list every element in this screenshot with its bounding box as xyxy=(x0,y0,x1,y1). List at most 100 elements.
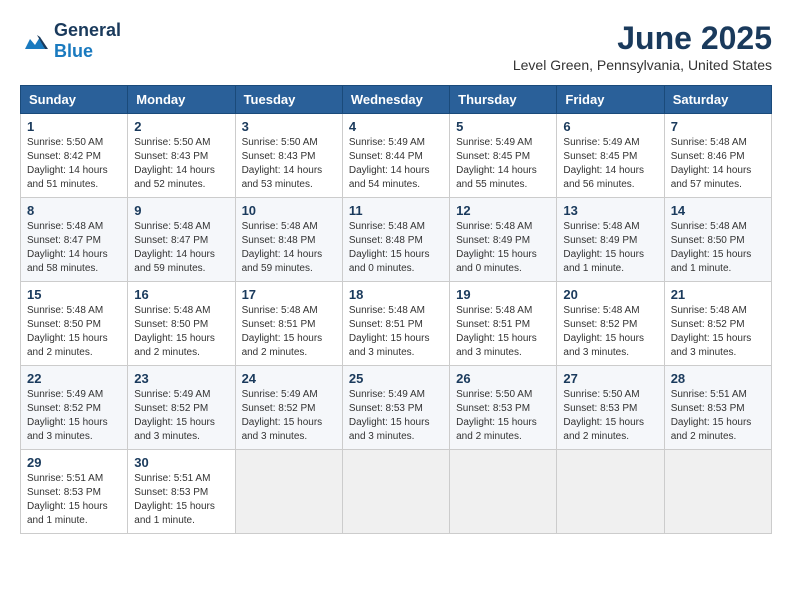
calendar-cell xyxy=(450,450,557,534)
day-info: Sunrise: 5:50 AMSunset: 8:53 PMDaylight:… xyxy=(456,389,537,442)
calendar-cell: 4 Sunrise: 5:49 AMSunset: 8:44 PMDayligh… xyxy=(342,114,449,198)
day-number: 25 xyxy=(349,371,443,386)
day-info: Sunrise: 5:50 AMSunset: 8:53 PMDaylight:… xyxy=(563,389,644,442)
day-number: 5 xyxy=(456,119,550,134)
day-info: Sunrise: 5:48 AMSunset: 8:51 PMDaylight:… xyxy=(456,305,537,358)
day-number: 16 xyxy=(134,287,228,302)
calendar-cell: 24 Sunrise: 5:49 AMSunset: 8:52 PMDaylig… xyxy=(235,366,342,450)
day-info: Sunrise: 5:48 AMSunset: 8:50 PMDaylight:… xyxy=(671,221,752,274)
calendar-cell: 28 Sunrise: 5:51 AMSunset: 8:53 PMDaylig… xyxy=(664,366,771,450)
calendar-cell: 5 Sunrise: 5:49 AMSunset: 8:45 PMDayligh… xyxy=(450,114,557,198)
header-area: General Blue June 2025 Level Green, Penn… xyxy=(20,20,772,73)
calendar-cell: 15 Sunrise: 5:48 AMSunset: 8:50 PMDaylig… xyxy=(21,282,128,366)
calendar-week-2: 8 Sunrise: 5:48 AMSunset: 8:47 PMDayligh… xyxy=(21,198,772,282)
day-info: Sunrise: 5:48 AMSunset: 8:51 PMDaylight:… xyxy=(349,305,430,358)
calendar-cell: 27 Sunrise: 5:50 AMSunset: 8:53 PMDaylig… xyxy=(557,366,664,450)
day-info: Sunrise: 5:51 AMSunset: 8:53 PMDaylight:… xyxy=(671,389,752,442)
day-number: 4 xyxy=(349,119,443,134)
calendar-cell: 20 Sunrise: 5:48 AMSunset: 8:52 PMDaylig… xyxy=(557,282,664,366)
day-number: 10 xyxy=(242,203,336,218)
day-number: 26 xyxy=(456,371,550,386)
col-header-saturday: Saturday xyxy=(664,86,771,114)
day-info: Sunrise: 5:51 AMSunset: 8:53 PMDaylight:… xyxy=(134,473,215,526)
day-info: Sunrise: 5:48 AMSunset: 8:48 PMDaylight:… xyxy=(349,221,430,274)
day-info: Sunrise: 5:48 AMSunset: 8:51 PMDaylight:… xyxy=(242,305,323,358)
calendar-cell: 17 Sunrise: 5:48 AMSunset: 8:51 PMDaylig… xyxy=(235,282,342,366)
calendar-week-3: 15 Sunrise: 5:48 AMSunset: 8:50 PMDaylig… xyxy=(21,282,772,366)
day-info: Sunrise: 5:48 AMSunset: 8:46 PMDaylight:… xyxy=(671,137,752,190)
day-info: Sunrise: 5:48 AMSunset: 8:47 PMDaylight:… xyxy=(27,221,108,274)
calendar-cell: 29 Sunrise: 5:51 AMSunset: 8:53 PMDaylig… xyxy=(21,450,128,534)
col-header-tuesday: Tuesday xyxy=(235,86,342,114)
calendar-cell xyxy=(235,450,342,534)
day-number: 20 xyxy=(563,287,657,302)
calendar-cell: 7 Sunrise: 5:48 AMSunset: 8:46 PMDayligh… xyxy=(664,114,771,198)
calendar-cell: 23 Sunrise: 5:49 AMSunset: 8:52 PMDaylig… xyxy=(128,366,235,450)
calendar-cell: 12 Sunrise: 5:48 AMSunset: 8:49 PMDaylig… xyxy=(450,198,557,282)
calendar-cell xyxy=(342,450,449,534)
day-number: 27 xyxy=(563,371,657,386)
day-number: 21 xyxy=(671,287,765,302)
calendar-cell: 3 Sunrise: 5:50 AMSunset: 8:43 PMDayligh… xyxy=(235,114,342,198)
calendar-cell: 19 Sunrise: 5:48 AMSunset: 8:51 PMDaylig… xyxy=(450,282,557,366)
day-info: Sunrise: 5:48 AMSunset: 8:49 PMDaylight:… xyxy=(563,221,644,274)
day-number: 18 xyxy=(349,287,443,302)
day-number: 11 xyxy=(349,203,443,218)
calendar-header-row: SundayMondayTuesdayWednesdayThursdayFrid… xyxy=(21,86,772,114)
calendar-cell: 25 Sunrise: 5:49 AMSunset: 8:53 PMDaylig… xyxy=(342,366,449,450)
calendar-cell: 22 Sunrise: 5:49 AMSunset: 8:52 PMDaylig… xyxy=(21,366,128,450)
calendar-cell xyxy=(664,450,771,534)
calendar-cell: 2 Sunrise: 5:50 AMSunset: 8:43 PMDayligh… xyxy=(128,114,235,198)
day-info: Sunrise: 5:48 AMSunset: 8:50 PMDaylight:… xyxy=(134,305,215,358)
day-info: Sunrise: 5:49 AMSunset: 8:52 PMDaylight:… xyxy=(242,389,323,442)
day-info: Sunrise: 5:48 AMSunset: 8:49 PMDaylight:… xyxy=(456,221,537,274)
day-number: 3 xyxy=(242,119,336,134)
calendar-cell: 6 Sunrise: 5:49 AMSunset: 8:45 PMDayligh… xyxy=(557,114,664,198)
day-number: 24 xyxy=(242,371,336,386)
day-number: 12 xyxy=(456,203,550,218)
calendar-cell: 14 Sunrise: 5:48 AMSunset: 8:50 PMDaylig… xyxy=(664,198,771,282)
day-number: 29 xyxy=(27,455,121,470)
day-number: 9 xyxy=(134,203,228,218)
day-number: 14 xyxy=(671,203,765,218)
col-header-wednesday: Wednesday xyxy=(342,86,449,114)
logo-general: General xyxy=(54,20,121,40)
day-number: 6 xyxy=(563,119,657,134)
day-info: Sunrise: 5:49 AMSunset: 8:52 PMDaylight:… xyxy=(134,389,215,442)
calendar-cell xyxy=(557,450,664,534)
calendar-cell: 10 Sunrise: 5:48 AMSunset: 8:48 PMDaylig… xyxy=(235,198,342,282)
calendar-cell: 18 Sunrise: 5:48 AMSunset: 8:51 PMDaylig… xyxy=(342,282,449,366)
col-header-monday: Monday xyxy=(128,86,235,114)
day-info: Sunrise: 5:50 AMSunset: 8:43 PMDaylight:… xyxy=(134,137,215,190)
day-number: 19 xyxy=(456,287,550,302)
day-info: Sunrise: 5:50 AMSunset: 8:42 PMDaylight:… xyxy=(27,137,108,190)
day-info: Sunrise: 5:48 AMSunset: 8:52 PMDaylight:… xyxy=(671,305,752,358)
calendar-cell: 13 Sunrise: 5:48 AMSunset: 8:49 PMDaylig… xyxy=(557,198,664,282)
logo: General Blue xyxy=(20,20,121,62)
calendar-cell: 1 Sunrise: 5:50 AMSunset: 8:42 PMDayligh… xyxy=(21,114,128,198)
day-info: Sunrise: 5:48 AMSunset: 8:50 PMDaylight:… xyxy=(27,305,108,358)
col-header-thursday: Thursday xyxy=(450,86,557,114)
col-header-friday: Friday xyxy=(557,86,664,114)
calendar-cell: 16 Sunrise: 5:48 AMSunset: 8:50 PMDaylig… xyxy=(128,282,235,366)
title-area: June 2025 Level Green, Pennsylvania, Uni… xyxy=(513,20,772,73)
day-info: Sunrise: 5:48 AMSunset: 8:47 PMDaylight:… xyxy=(134,221,215,274)
calendar-week-4: 22 Sunrise: 5:49 AMSunset: 8:52 PMDaylig… xyxy=(21,366,772,450)
logo-text: General Blue xyxy=(54,20,121,62)
month-title: June 2025 xyxy=(513,20,772,57)
location-title: Level Green, Pennsylvania, United States xyxy=(513,57,772,73)
day-info: Sunrise: 5:49 AMSunset: 8:45 PMDaylight:… xyxy=(563,137,644,190)
day-info: Sunrise: 5:48 AMSunset: 8:48 PMDaylight:… xyxy=(242,221,323,274)
calendar-cell: 21 Sunrise: 5:48 AMSunset: 8:52 PMDaylig… xyxy=(664,282,771,366)
calendar-cell: 8 Sunrise: 5:48 AMSunset: 8:47 PMDayligh… xyxy=(21,198,128,282)
calendar-cell: 9 Sunrise: 5:48 AMSunset: 8:47 PMDayligh… xyxy=(128,198,235,282)
day-number: 8 xyxy=(27,203,121,218)
calendar-week-1: 1 Sunrise: 5:50 AMSunset: 8:42 PMDayligh… xyxy=(21,114,772,198)
calendar-table: SundayMondayTuesdayWednesdayThursdayFrid… xyxy=(20,85,772,534)
day-number: 28 xyxy=(671,371,765,386)
day-number: 23 xyxy=(134,371,228,386)
calendar-cell: 30 Sunrise: 5:51 AMSunset: 8:53 PMDaylig… xyxy=(128,450,235,534)
calendar-cell: 11 Sunrise: 5:48 AMSunset: 8:48 PMDaylig… xyxy=(342,198,449,282)
day-number: 15 xyxy=(27,287,121,302)
day-number: 30 xyxy=(134,455,228,470)
